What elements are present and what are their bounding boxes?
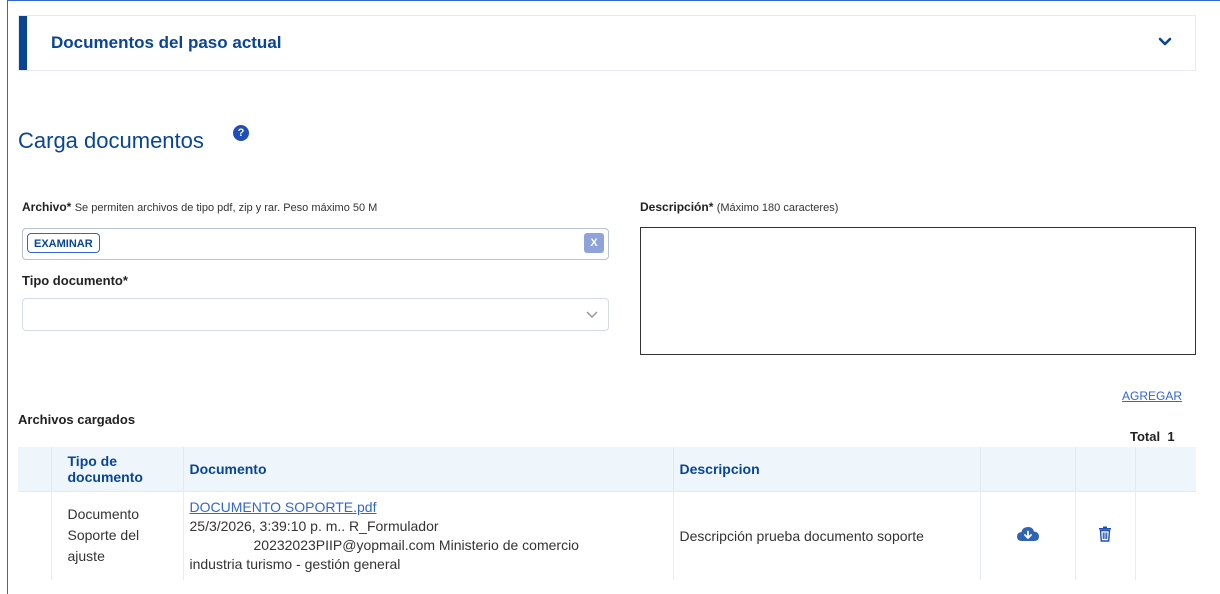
header-extra-cell [1135, 447, 1196, 492]
row-blank-cell [18, 491, 52, 580]
tipo-label-group: Tipo documento* [22, 273, 128, 288]
document-meta-line2: 20232023PIIP@yopmail.com Ministerio de c… [253, 536, 579, 553]
row-extra-cell [1135, 491, 1196, 580]
section-title: Carga documentos [18, 128, 204, 153]
archivo-label-group: Archivo* Se permiten archivos de tipo pd… [22, 200, 377, 214]
table-header-row: Tipo de documento Documento Descripcion [18, 447, 1196, 492]
accordion-accent-bar [19, 16, 27, 70]
file-input[interactable]: EXAMINAR X [22, 228, 609, 260]
table-row: Documento Soporte del ajuste DOCUMENTO S… [18, 491, 1196, 580]
cloud-download-icon[interactable] [1016, 525, 1040, 543]
tipo-documento-label: Tipo documento* [22, 273, 128, 288]
header-descripcion: Descripcion [673, 447, 981, 492]
chevron-down-icon[interactable] [1157, 34, 1173, 50]
archivos-cargados-title: Archivos cargados [18, 412, 136, 427]
header-tipo: Tipo de documento [51, 447, 184, 492]
archivo-hint: Se permiten archivos de tipo pdf, zip y … [74, 202, 378, 214]
document-link[interactable]: DOCUMENTO SOPORTE.pdf [190, 498, 667, 517]
files-table: Tipo de documento Documento Descripcion … [18, 447, 1196, 580]
accordion-title: Documentos del paso actual [51, 33, 282, 52]
row-documento: DOCUMENTO SOPORTE.pdf 25/3/2026, 3:39:10… [183, 491, 674, 580]
header-documento: Documento [183, 447, 674, 492]
row-delete-cell [1075, 491, 1136, 580]
header-blank-cell [18, 447, 52, 492]
examinar-button[interactable]: EXAMINAR [27, 233, 100, 253]
descripcion-textarea[interactable] [640, 227, 1196, 355]
descripcion-label-group: Descripción* (Máximo 180 caracteres) [640, 200, 838, 214]
chevron-down-icon [586, 311, 598, 318]
trash-icon[interactable] [1098, 526, 1112, 542]
document-meta-line3: industria turismo - gestión general [189, 555, 401, 572]
total-count: Total 1 [1130, 429, 1175, 444]
question-icon[interactable]: ? [233, 125, 249, 141]
tipo-documento-select[interactable] [22, 298, 609, 331]
header-download-cell [980, 447, 1076, 492]
archivo-label: Archivo* [22, 200, 72, 214]
header-delete-cell [1075, 447, 1136, 492]
clear-file-button[interactable]: X [584, 233, 604, 253]
accordion-header[interactable]: Documentos del paso actual [18, 15, 1196, 71]
document-meta-line1: 25/3/2026, 3:39:10 p. m.. R_Formulador [189, 517, 439, 534]
row-tipo: Documento Soporte del ajuste [51, 491, 184, 580]
descripcion-hint: (Máximo 180 caracteres) [716, 202, 839, 214]
total-value: 1 [1167, 429, 1175, 444]
total-label: Total [1130, 429, 1161, 444]
row-download-cell [980, 491, 1076, 580]
agregar-link[interactable]: AGREGAR [1122, 389, 1182, 403]
descripcion-label: Descripción* [640, 200, 714, 214]
row-descripcion: Descripción prueba documento soporte [673, 491, 981, 580]
